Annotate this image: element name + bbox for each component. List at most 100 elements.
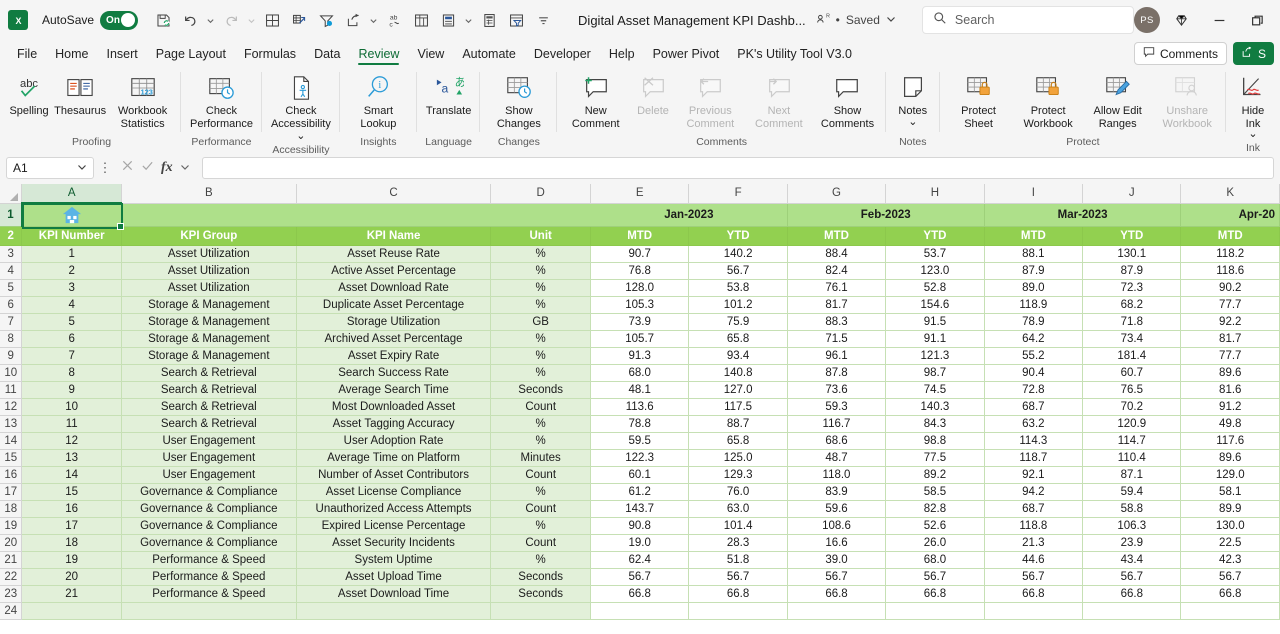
cell-B5[interactable]: Asset Utilization — [121, 279, 297, 297]
table-row[interactable]: 24 — [0, 602, 1280, 620]
row-header-9[interactable]: 9 — [0, 347, 23, 365]
cell-G12[interactable]: 59.3 — [787, 398, 887, 416]
cell-K22[interactable]: 56.7 — [1180, 568, 1280, 586]
column-header-i[interactable]: I — [984, 184, 1084, 204]
restore-icon[interactable] — [1240, 5, 1274, 35]
thesaurus-button[interactable]: Thesaurus — [52, 70, 108, 118]
cell-C9[interactable]: Asset Expiry Rate — [296, 347, 492, 365]
cell-J10[interactable]: 60.7 — [1082, 364, 1182, 382]
cell-I7[interactable]: 78.9 — [984, 313, 1084, 331]
cell-I18[interactable]: 68.7 — [984, 500, 1084, 518]
cell-J14[interactable]: 114.7 — [1082, 432, 1182, 450]
cell-K6[interactable]: 77.7 — [1180, 296, 1280, 314]
column-header-d[interactable]: D — [490, 184, 591, 204]
cell-K19[interactable]: 130.0 — [1180, 517, 1280, 535]
cell-A14[interactable]: 12 — [21, 432, 122, 450]
cell-C15[interactable]: Average Time on Platform — [296, 449, 492, 467]
cell-F21[interactable]: 51.8 — [688, 551, 788, 569]
row-header-14[interactable]: 14 — [0, 432, 23, 450]
cell-I21[interactable]: 44.6 — [984, 551, 1084, 569]
cell-K12[interactable]: 91.2 — [1180, 398, 1280, 416]
row-header-16[interactable]: 16 — [0, 466, 23, 484]
table-row[interactable]: 17 15 Governance & Compliance Asset License… — [0, 483, 1280, 501]
cell-B13[interactable]: Search & Retrieval — [121, 415, 297, 433]
cell-G3[interactable]: 88.4 — [787, 245, 887, 263]
cell-E11[interactable]: 48.1 — [590, 381, 690, 399]
minimize-icon[interactable] — [1202, 5, 1236, 35]
cancel-icon[interactable] — [121, 159, 134, 177]
cell-I15[interactable]: 118.7 — [984, 449, 1084, 467]
cell-E9[interactable]: 91.3 — [590, 347, 690, 365]
cell-H19[interactable]: 52.6 — [885, 517, 985, 535]
cell-A7[interactable]: 5 — [21, 313, 122, 331]
spelling-abc-icon[interactable]: ab c — [381, 7, 407, 33]
cell-K18[interactable]: 89.9 — [1180, 500, 1280, 518]
cell-F23[interactable]: 66.8 — [688, 585, 788, 603]
cell-K20[interactable]: 22.5 — [1180, 534, 1280, 552]
cell-J6[interactable]: 68.2 — [1082, 296, 1182, 314]
cell-H3[interactable]: 53.7 — [885, 245, 985, 263]
cell-F16[interactable]: 129.3 — [688, 466, 788, 484]
cell-C24[interactable] — [296, 602, 492, 620]
column-header-f[interactable]: F — [688, 184, 788, 204]
diamond-icon[interactable] — [1164, 5, 1198, 35]
cell-C14[interactable]: User Adoption Rate — [296, 432, 492, 450]
cell-D23[interactable]: Seconds — [490, 585, 591, 603]
cell-C10[interactable]: Search Success Rate — [296, 364, 492, 382]
cell-H14[interactable]: 98.8 — [885, 432, 985, 450]
cell-C19[interactable]: Expired License Percentage — [296, 517, 492, 535]
cell-K10[interactable]: 89.6 — [1180, 364, 1280, 382]
chevron-down-icon[interactable] — [77, 161, 87, 175]
cell-I16[interactable]: 92.1 — [984, 466, 1084, 484]
cell-B3[interactable]: Asset Utilization — [121, 245, 297, 263]
allow-edit-ranges-button[interactable]: Allow Edit Ranges — [1083, 70, 1153, 130]
cell-B4[interactable]: Asset Utilization — [121, 262, 297, 280]
cell-G19[interactable]: 108.6 — [787, 517, 887, 535]
row-header-12[interactable]: 12 — [0, 398, 23, 416]
table-row[interactable]: 5 3 Asset Utilization Asset Download Rate% 1… — [0, 279, 1280, 297]
cell-I4[interactable]: 87.9 — [984, 262, 1084, 280]
cell-F24[interactable] — [688, 602, 788, 620]
cell-H5[interactable]: 52.8 — [885, 279, 985, 297]
cell-E4[interactable]: 76.8 — [590, 262, 690, 280]
cell-H22[interactable]: 56.7 — [885, 568, 985, 586]
row-header-19[interactable]: 19 — [0, 517, 23, 535]
cell-H11[interactable]: 74.5 — [885, 381, 985, 399]
cell-J17[interactable]: 59.4 — [1082, 483, 1182, 501]
chevron-down-icon[interactable]: ⌄ — [908, 116, 917, 129]
delete-comment-button[interactable]: Delete — [630, 70, 676, 118]
cell-G10[interactable]: 87.8 — [787, 364, 887, 382]
cell-E20[interactable]: 19.0 — [590, 534, 690, 552]
column-header-e[interactable]: E — [590, 184, 690, 204]
unshare-workbook-button[interactable]: Unshare Workbook — [1152, 70, 1222, 130]
cell-C16[interactable]: Number of Asset Contributors — [296, 466, 492, 484]
cell-A23[interactable]: 21 — [21, 585, 122, 603]
cell-H6[interactable]: 154.6 — [885, 296, 985, 314]
cell-G14[interactable]: 68.6 — [787, 432, 887, 450]
cell-F13[interactable]: 88.7 — [688, 415, 788, 433]
cell-D9[interactable]: % — [490, 347, 591, 365]
cell-E5[interactable]: 128.0 — [590, 279, 690, 297]
cell-C21[interactable]: System Uptime — [296, 551, 492, 569]
cell-J18[interactable]: 58.8 — [1082, 500, 1182, 518]
cell-B6[interactable]: Storage & Management — [121, 296, 297, 314]
chevron-down-icon[interactable]: ⌄ — [1248, 128, 1257, 141]
notes-button[interactable]: Notes ⌄ — [890, 70, 936, 128]
cell-J24[interactable] — [1082, 602, 1182, 620]
cell-E13[interactable]: 78.8 — [590, 415, 690, 433]
cell-B21[interactable]: Performance & Speed — [121, 551, 297, 569]
cell-D3[interactable]: % — [490, 245, 591, 263]
protect-sheet-button[interactable]: Protect Sheet — [944, 70, 1014, 130]
cell-B7[interactable]: Storage & Management — [121, 313, 297, 331]
cell-G21[interactable]: 39.0 — [787, 551, 887, 569]
cell-D24[interactable] — [490, 602, 591, 620]
undo-caret-icon[interactable] — [204, 7, 217, 33]
cell-I8[interactable]: 64.2 — [984, 330, 1084, 348]
cell-I17[interactable]: 94.2 — [984, 483, 1084, 501]
row-header-7[interactable]: 7 — [0, 313, 23, 331]
cell-K24[interactable] — [1180, 602, 1280, 620]
cell-G7[interactable]: 88.3 — [787, 313, 887, 331]
row-header-8[interactable]: 8 — [0, 330, 23, 348]
row-header-18[interactable]: 18 — [0, 500, 23, 518]
cell-C17[interactable]: Asset License Compliance — [296, 483, 492, 501]
